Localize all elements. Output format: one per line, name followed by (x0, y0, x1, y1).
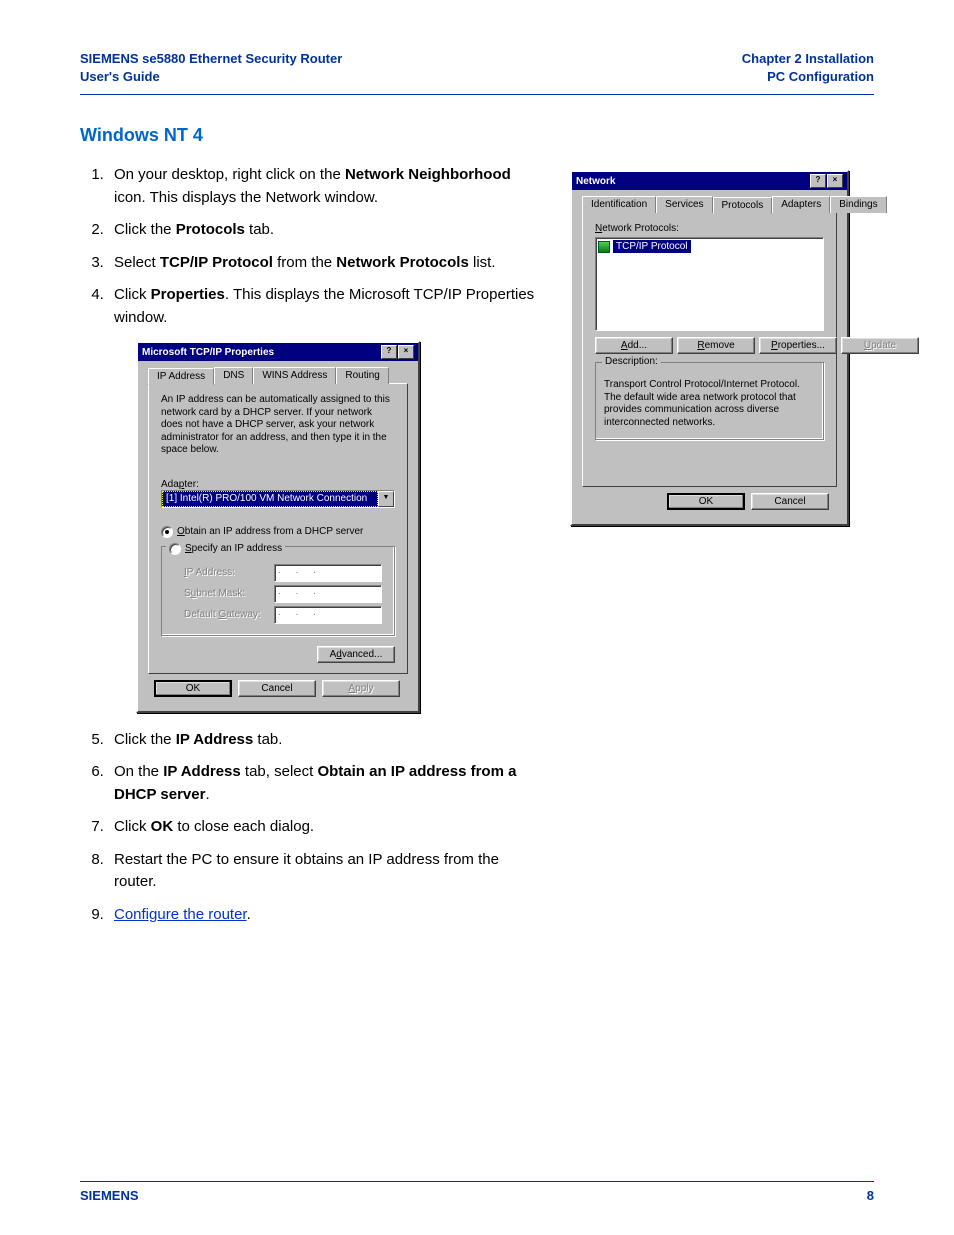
add-button[interactable]: Add... (595, 337, 673, 354)
header-chapter: Chapter 2 Installation (742, 50, 874, 68)
description-legend: Description: (602, 356, 661, 367)
tcpip-titlebar[interactable]: Microsoft TCP/IP Properties ? × (138, 343, 418, 361)
adapter-value: [1] Intel(R) PRO/100 VM Network Connecti… (162, 491, 378, 507)
header-doc: User's Guide (80, 68, 342, 86)
protocols-listbox[interactable]: TCP/IP Protocol (595, 237, 824, 331)
radio-icon (169, 543, 181, 555)
ip-address-row: IP Address: . . . (184, 564, 386, 582)
step-list: On your desktop, right click on the Netw… (108, 164, 540, 329)
header-left: SIEMENS se5880 Ethernet Security Router … (80, 50, 342, 86)
step-6: On the IP Address tab, select Obtain an … (108, 761, 540, 806)
tcpip-blurb: An IP address can be automatically assig… (161, 394, 395, 457)
default-gateway-row: Default Gateway: . . . (184, 606, 386, 624)
radio-obtain-dhcp[interactable]: Obtain an IP address from a DHCP server (161, 526, 395, 538)
help-icon[interactable]: ? (810, 174, 826, 188)
protocol-icon (598, 241, 610, 253)
network-protocols-label: Network Protocols: (595, 223, 824, 234)
step-5: Click the IP Address tab. (108, 729, 540, 752)
step-4: Click Properties. This displays the Micr… (108, 284, 540, 329)
adapter-label: Adapter: (161, 479, 395, 490)
default-gateway-label: Default Gateway: (184, 609, 268, 620)
step-9: Configure the router. (108, 904, 540, 927)
properties-button[interactable]: Properties... (759, 337, 837, 354)
tcpip-title: Microsoft TCP/IP Properties (142, 347, 274, 358)
network-titlebar[interactable]: Network ? × (572, 172, 847, 190)
tab-routing[interactable]: Routing (336, 367, 388, 384)
page-footer: SIEMENS 8 (80, 1181, 874, 1203)
ip-address-input[interactable]: . . . (274, 564, 382, 582)
tab-protocols[interactable]: Protocols (713, 197, 773, 214)
step-list-2: Click the IP Address tab. On the IP Addr… (108, 729, 540, 927)
subnet-mask-label: Subnet Mask: (184, 588, 268, 599)
remove-button[interactable]: Remove (677, 337, 755, 354)
ip-address-label: IP Address: (184, 567, 268, 578)
chevron-down-icon[interactable]: ▼ (378, 491, 394, 507)
cancel-button[interactable]: Cancel (751, 493, 829, 510)
ok-button[interactable]: OK (667, 493, 745, 510)
step-8: Restart the PC to ensure it obtains an I… (108, 849, 540, 894)
advanced-button[interactable]: Advanced... (317, 646, 395, 663)
close-icon[interactable]: × (827, 174, 843, 188)
configure-router-link[interactable]: Configure the router (114, 906, 247, 923)
tcpip-properties-dialog: Microsoft TCP/IP Properties ? × IP Addre… (136, 341, 420, 713)
step-1: On your desktop, right click on the Netw… (108, 164, 540, 209)
header-section: PC Configuration (742, 68, 874, 86)
list-item[interactable]: TCP/IP Protocol (598, 240, 821, 253)
radio-icon (161, 526, 173, 538)
tab-ip-address[interactable]: IP Address (148, 368, 214, 385)
cancel-button[interactable]: Cancel (238, 680, 316, 697)
footer-brand: SIEMENS (80, 1188, 139, 1203)
tab-services[interactable]: Services (656, 196, 712, 213)
ok-button[interactable]: OK (154, 680, 232, 697)
apply-button[interactable]: Apply (322, 680, 400, 697)
tab-dns[interactable]: DNS (214, 367, 253, 384)
update-button[interactable]: Update (841, 337, 919, 354)
network-dialog: Network ? × Identification Services Prot… (570, 170, 849, 526)
adapter-combo[interactable]: [1] Intel(R) PRO/100 VM Network Connecti… (161, 490, 395, 508)
step-3: Select TCP/IP Protocol from the Network … (108, 252, 540, 275)
footer-page-number: 8 (867, 1188, 874, 1203)
step-2: Click the Protocols tab. (108, 219, 540, 242)
tab-wins[interactable]: WINS Address (253, 367, 336, 384)
step-7: Click OK to close each dialog. (108, 816, 540, 839)
header-right: Chapter 2 Installation PC Configuration (742, 50, 874, 86)
page-header: SIEMENS se5880 Ethernet Security Router … (80, 50, 874, 95)
header-product: SIEMENS se5880 Ethernet Security Router (80, 50, 342, 68)
description-text: Transport Control Protocol/Internet Prot… (604, 379, 815, 429)
tab-bindings[interactable]: Bindings (830, 196, 886, 213)
default-gateway-input[interactable]: . . . (274, 606, 382, 624)
tab-identification[interactable]: Identification (582, 196, 656, 213)
tab-adapters[interactable]: Adapters (772, 196, 830, 213)
radio-specify-ip[interactable]: Specify an IP address (166, 543, 285, 555)
close-icon[interactable]: × (398, 345, 414, 359)
network-title: Network (576, 176, 615, 187)
help-icon[interactable]: ? (381, 345, 397, 359)
subnet-mask-row: Subnet Mask: . . . (184, 585, 386, 603)
subnet-mask-input[interactable]: . . . (274, 585, 382, 603)
section-title: Windows NT 4 (80, 125, 874, 146)
